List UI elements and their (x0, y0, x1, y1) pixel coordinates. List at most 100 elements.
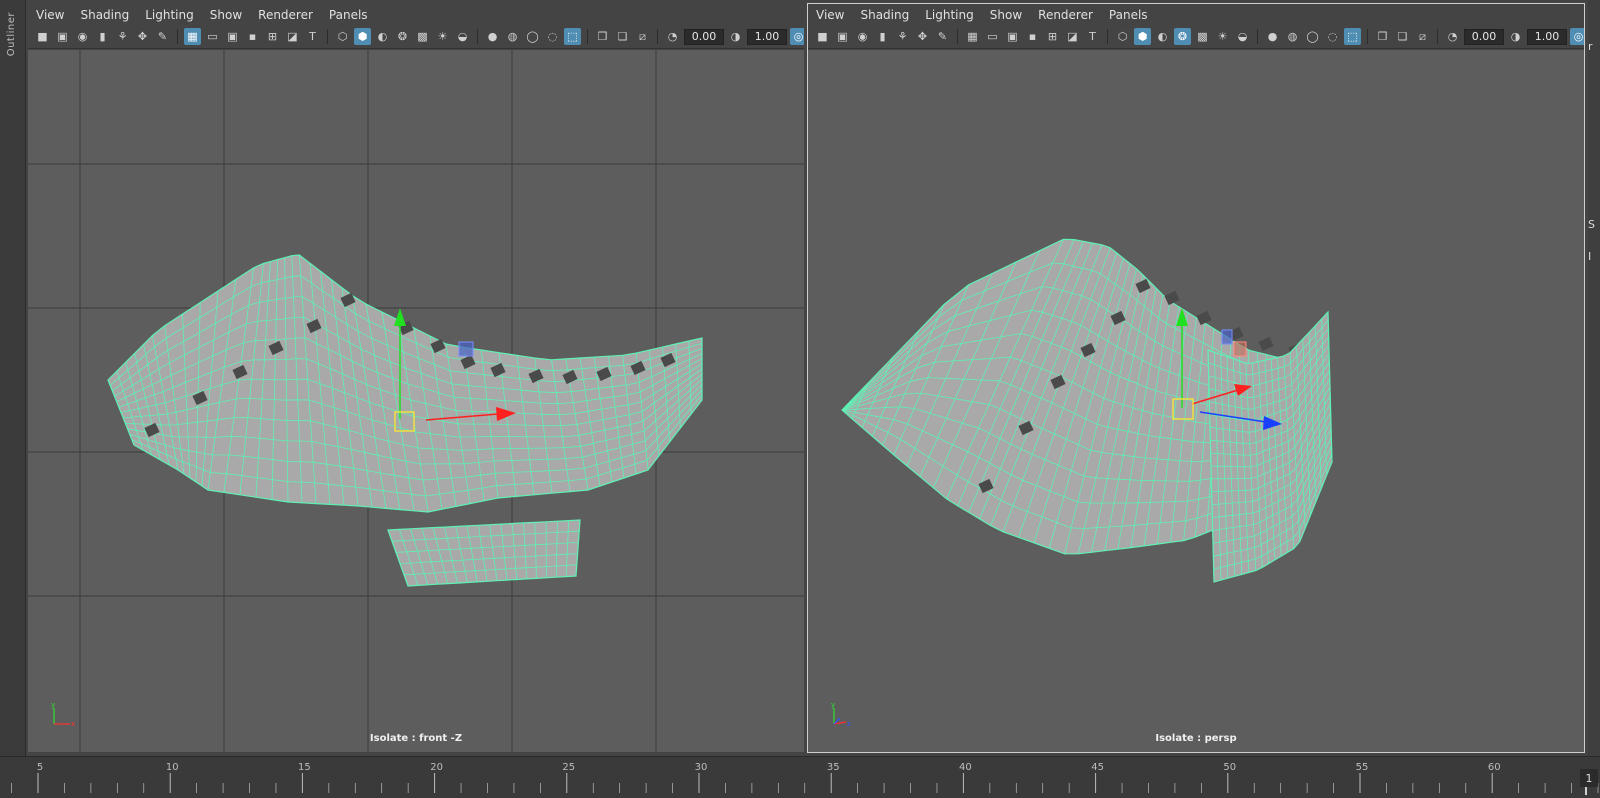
smooth-shade-icon[interactable]: ⬢ (354, 28, 371, 45)
camera-select-icon[interactable]: ■ (814, 28, 831, 45)
timeline-ruler: 5101520253035404550556065707580859095100… (0, 762, 1600, 798)
anti-aliasing-icon[interactable]: ◯ (524, 28, 541, 45)
persp-scene (841, 238, 1333, 583)
wireframe-on-shaded-icon[interactable]: ❂ (394, 28, 411, 45)
safe-action-icon[interactable]: ◪ (1064, 28, 1081, 45)
safe-action-icon[interactable]: ◪ (284, 28, 301, 45)
xray-joints-icon[interactable]: ⧄ (1414, 28, 1431, 45)
bookmarks-icon[interactable]: ◉ (74, 28, 91, 45)
2d-pan-zoom-icon[interactable]: ✥ (914, 28, 931, 45)
image-plane-icon[interactable]: ⚘ (114, 28, 131, 45)
timeline-tick-label: 15 (298, 762, 311, 773)
timeline-tick-label: 40 (959, 762, 972, 773)
viewport-label: Isolate : persp (1155, 733, 1237, 744)
film-gate-icon[interactable]: ▭ (984, 28, 1001, 45)
depth-of-field-icon[interactable]: ◌ (544, 28, 561, 45)
gamma-field[interactable]: 1.00 (1527, 28, 1567, 45)
viewport-label: Isolate : front -Z (369, 733, 463, 744)
menu-shading[interactable]: Shading (860, 8, 909, 22)
bookmarks-icon[interactable]: ◉ (854, 28, 871, 45)
image-plane-icon[interactable]: ⚘ (894, 28, 911, 45)
camera-attributes-icon[interactable]: ▣ (834, 28, 851, 45)
resolution-gate-icon[interactable]: ▣ (224, 28, 241, 45)
timeline-tick-label: 50 (1223, 762, 1236, 773)
menu-panels[interactable]: Panels (1109, 8, 1148, 22)
viewport-persp[interactable]: y z Isolate : persp (808, 50, 1584, 752)
menu-renderer[interactable]: Renderer (1038, 8, 1093, 22)
current-frame-field[interactable]: 1 (1580, 769, 1598, 787)
screen-space-ao-icon[interactable]: ● (1264, 28, 1281, 45)
grid-icon[interactable]: ▦ (184, 28, 201, 45)
bookmark-icon[interactable]: ▮ (94, 28, 111, 45)
menu-view[interactable]: View (816, 8, 844, 22)
menu-shading[interactable]: Shading (80, 8, 129, 22)
shadows-icon[interactable]: ◒ (1234, 28, 1251, 45)
panel-menubar: View Shading Lighting Show Renderer Pane… (28, 4, 804, 25)
isolate-select-icon[interactable]: ⬚ (564, 28, 581, 45)
exposure-field[interactable]: 0.00 (1464, 28, 1504, 45)
attribute-panel-edge: r S I (1588, 0, 1600, 756)
xray-active-components-icon[interactable]: ❏ (614, 28, 631, 45)
camera-attributes-icon[interactable]: ▣ (54, 28, 71, 45)
motion-blur-icon[interactable]: ◍ (1284, 28, 1301, 45)
menu-renderer[interactable]: Renderer (258, 8, 313, 22)
outliner-tab-label: Outliner (6, 12, 17, 57)
textured-icon[interactable]: ▩ (414, 28, 431, 45)
time-slider[interactable]: 5101520253035404550556065707580859095100… (0, 756, 1600, 798)
xray-active-components-icon[interactable]: ❏ (1394, 28, 1411, 45)
2d-pan-zoom-icon[interactable]: ✥ (134, 28, 151, 45)
xray-joints-icon[interactable]: ⧄ (634, 28, 651, 45)
wireframe-icon[interactable]: ⬡ (334, 28, 351, 45)
menu-lighting[interactable]: Lighting (145, 8, 194, 22)
grease-pencil-icon[interactable]: ✎ (934, 28, 951, 45)
svg-text:y: y (51, 701, 55, 709)
timeline-tick-label: 60 (1488, 762, 1501, 773)
screen-space-ao-icon[interactable]: ● (484, 28, 501, 45)
default-material-icon[interactable]: ◐ (374, 28, 391, 45)
field-chart-icon[interactable]: ⊞ (264, 28, 281, 45)
shadows-icon[interactable]: ◒ (454, 28, 471, 45)
smooth-shade-icon[interactable]: ⬢ (1134, 28, 1151, 45)
wireframe-on-shaded-icon[interactable]: ❂ (1174, 28, 1191, 45)
field-chart-icon[interactable]: ⊞ (1044, 28, 1061, 45)
exposure-field[interactable]: 0.00 (684, 28, 724, 45)
safe-title-icon[interactable]: T (304, 28, 321, 45)
xray-icon[interactable]: ❐ (594, 28, 611, 45)
grid-icon[interactable]: ▦ (964, 28, 981, 45)
gamma-icon[interactable]: ◑ (727, 28, 744, 45)
textured-icon[interactable]: ▩ (1194, 28, 1211, 45)
outliner-tab[interactable]: Outliner (0, 0, 26, 756)
safe-title-icon[interactable]: T (1084, 28, 1101, 45)
edge-char: I (1588, 250, 1592, 263)
axis-indicator: y x (51, 701, 75, 728)
gamma-field[interactable]: 1.00 (747, 28, 787, 45)
color-management-icon[interactable]: ◎ (790, 28, 804, 45)
color-management-icon[interactable]: ◎ (1570, 28, 1584, 45)
wireframe-icon[interactable]: ⬡ (1114, 28, 1131, 45)
anti-aliasing-icon[interactable]: ◯ (1304, 28, 1321, 45)
motion-blur-icon[interactable]: ◍ (504, 28, 521, 45)
use-all-lights-icon[interactable]: ☀ (1214, 28, 1231, 45)
default-material-icon[interactable]: ◐ (1154, 28, 1171, 45)
gate-mask-icon[interactable]: ▪ (244, 28, 261, 45)
menu-panels[interactable]: Panels (329, 8, 368, 22)
xray-icon[interactable]: ❐ (1374, 28, 1391, 45)
gamma-icon[interactable]: ◑ (1507, 28, 1524, 45)
mesh-front[interactable] (107, 254, 703, 587)
exposure-icon[interactable]: ◔ (1444, 28, 1461, 45)
depth-of-field-icon[interactable]: ◌ (1324, 28, 1341, 45)
viewport-front[interactable]: y x Isolate : front -Z (28, 50, 804, 752)
bookmark-icon[interactable]: ▮ (874, 28, 891, 45)
isolate-select-icon[interactable]: ⬚ (1344, 28, 1361, 45)
camera-select-icon[interactable]: ■ (34, 28, 51, 45)
resolution-gate-icon[interactable]: ▣ (1004, 28, 1021, 45)
menu-view[interactable]: View (36, 8, 64, 22)
gate-mask-icon[interactable]: ▪ (1024, 28, 1041, 45)
menu-show[interactable]: Show (210, 8, 242, 22)
menu-show[interactable]: Show (990, 8, 1022, 22)
menu-lighting[interactable]: Lighting (925, 8, 974, 22)
exposure-icon[interactable]: ◔ (664, 28, 681, 45)
use-all-lights-icon[interactable]: ☀ (434, 28, 451, 45)
grease-pencil-icon[interactable]: ✎ (154, 28, 171, 45)
film-gate-icon[interactable]: ▭ (204, 28, 221, 45)
